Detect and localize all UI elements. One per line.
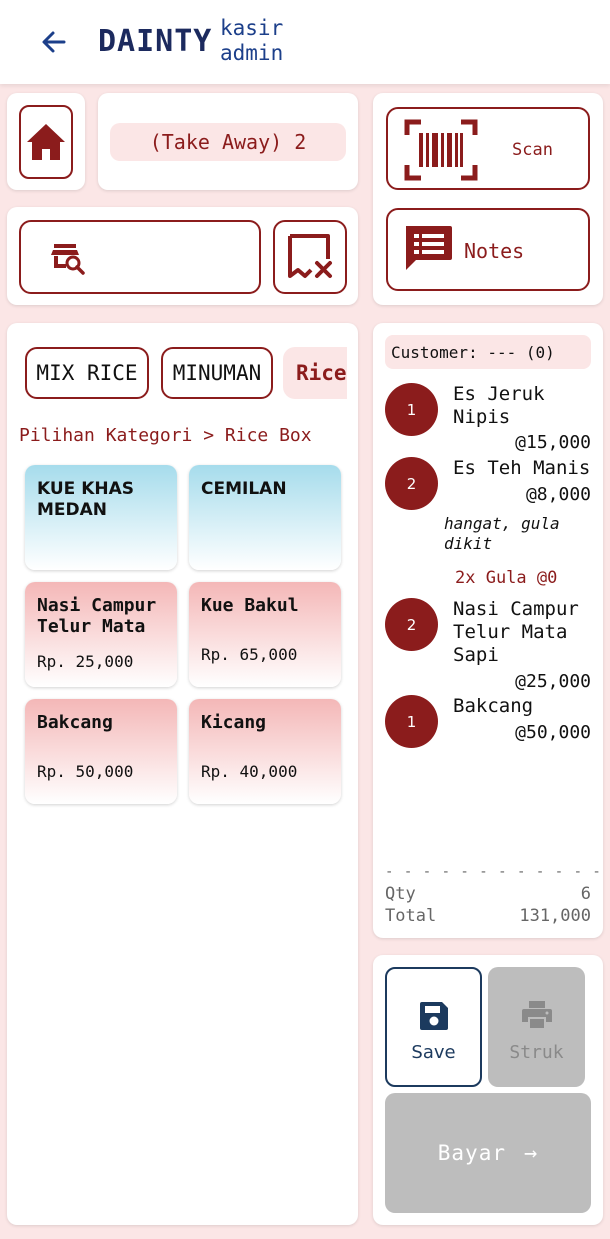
home-button[interactable]: [19, 105, 73, 179]
qty-value: 6: [580, 884, 591, 904]
save-button[interactable]: Save: [385, 967, 482, 1087]
pay-label: Bayar: [437, 1141, 506, 1165]
product-tile[interactable]: Kue Bakul Rp. 65,000: [189, 582, 341, 687]
tile-name: CEMILAN: [201, 479, 287, 499]
tile-name: Bakcang: [37, 712, 113, 733]
tab-minuman[interactable]: MINUMAN: [161, 347, 273, 399]
qty-badge[interactable]: 2: [385, 598, 438, 651]
pay-button[interactable]: Bayar →: [385, 1093, 591, 1213]
cart-item-name[interactable]: Nasi Campur Telur Mata Sapi: [453, 598, 593, 667]
product-tile[interactable]: Kicang Rp. 40,000: [189, 699, 341, 804]
cart-item-name[interactable]: Es Jeruk Nipis: [453, 383, 593, 429]
cart-item-price: @50,000: [515, 722, 591, 743]
total-value: 131,000: [519, 906, 591, 926]
product-search-button[interactable]: [19, 220, 261, 294]
order-type-pill[interactable]: (Take Away) 2: [110, 123, 346, 161]
customer-selector[interactable]: Customer: --- (0): [385, 335, 591, 369]
clear-receipt-button[interactable]: [273, 220, 347, 294]
cart-item-note: hangat, gula dikit: [444, 514, 560, 553]
tile-price: Rp. 65,000: [201, 645, 298, 664]
home-icon: [27, 124, 65, 160]
cart-item-price: @25,000: [515, 671, 591, 692]
tile-price: Rp. 25,000: [37, 652, 134, 671]
scan-label: Scan: [512, 140, 553, 160]
barcode-scan-icon: [404, 119, 478, 181]
qty-badge[interactable]: 2: [385, 457, 438, 510]
save-label: Save: [411, 1042, 456, 1063]
tile-name: Nasi Campur Telur Mata: [37, 595, 157, 637]
notes-button[interactable]: Notes: [386, 208, 590, 291]
product-tile[interactable]: Bakcang Rp. 50,000: [25, 699, 177, 804]
scan-button[interactable]: Scan: [386, 107, 590, 190]
notes-icon: [406, 226, 452, 270]
notes-label: Notes: [464, 239, 525, 263]
tab-rice-box[interactable]: Rice: [283, 347, 347, 399]
store-search-icon: [51, 244, 85, 275]
receipt-remove-icon: [288, 234, 332, 278]
cart-item-price: @8,000: [525, 484, 591, 505]
tab-mix-rice[interactable]: MIX RICE: [25, 347, 149, 399]
tile-name: Kue Bakul: [201, 595, 299, 616]
category-tile[interactable]: CEMILAN: [189, 465, 341, 570]
qty-label: Qty: [385, 884, 416, 904]
brand-title: DAINTY: [98, 24, 213, 59]
product-tile[interactable]: Nasi Campur Telur Mata Rp. 25,000: [25, 582, 177, 687]
top-bar: DAINTY kasir admin: [0, 0, 610, 84]
role-line-1: kasir: [220, 16, 284, 40]
category-tabs: MIX RICE MINUMAN Rice: [25, 347, 347, 399]
printer-icon: [522, 1001, 552, 1028]
struk-label: Struk: [509, 1042, 564, 1063]
arrow-right-icon: →: [523, 1140, 539, 1166]
category-tile[interactable]: KUE KHAS MEDAN: [25, 465, 177, 570]
qty-badge[interactable]: 1: [385, 383, 438, 436]
role-line-2: admin: [220, 41, 284, 65]
summary-divider: - - - - - - - - - - - - -: [385, 864, 610, 880]
cart-item-name[interactable]: Es Teh Manis: [453, 457, 593, 480]
save-icon: [420, 1002, 448, 1030]
print-receipt-button[interactable]: Struk: [488, 967, 585, 1087]
qty-badge[interactable]: 1: [385, 695, 438, 748]
total-label: Total: [385, 906, 437, 926]
cart-item-name[interactable]: Bakcang: [453, 695, 593, 718]
user-role: kasir admin: [220, 16, 283, 66]
tile-price: Rp. 40,000: [201, 762, 298, 781]
cart-item-addon: 2x Gula @0: [455, 568, 558, 588]
tile-name: KUE KHAS MEDAN: [37, 479, 135, 520]
cart-item-price: @15,000: [515, 432, 591, 453]
tile-name: Kicang: [201, 712, 267, 733]
tile-price: Rp. 50,000: [37, 762, 134, 781]
back-arrow-icon[interactable]: [36, 24, 72, 60]
breadcrumb: Pilihan Kategori > Rice Box: [19, 425, 312, 446]
